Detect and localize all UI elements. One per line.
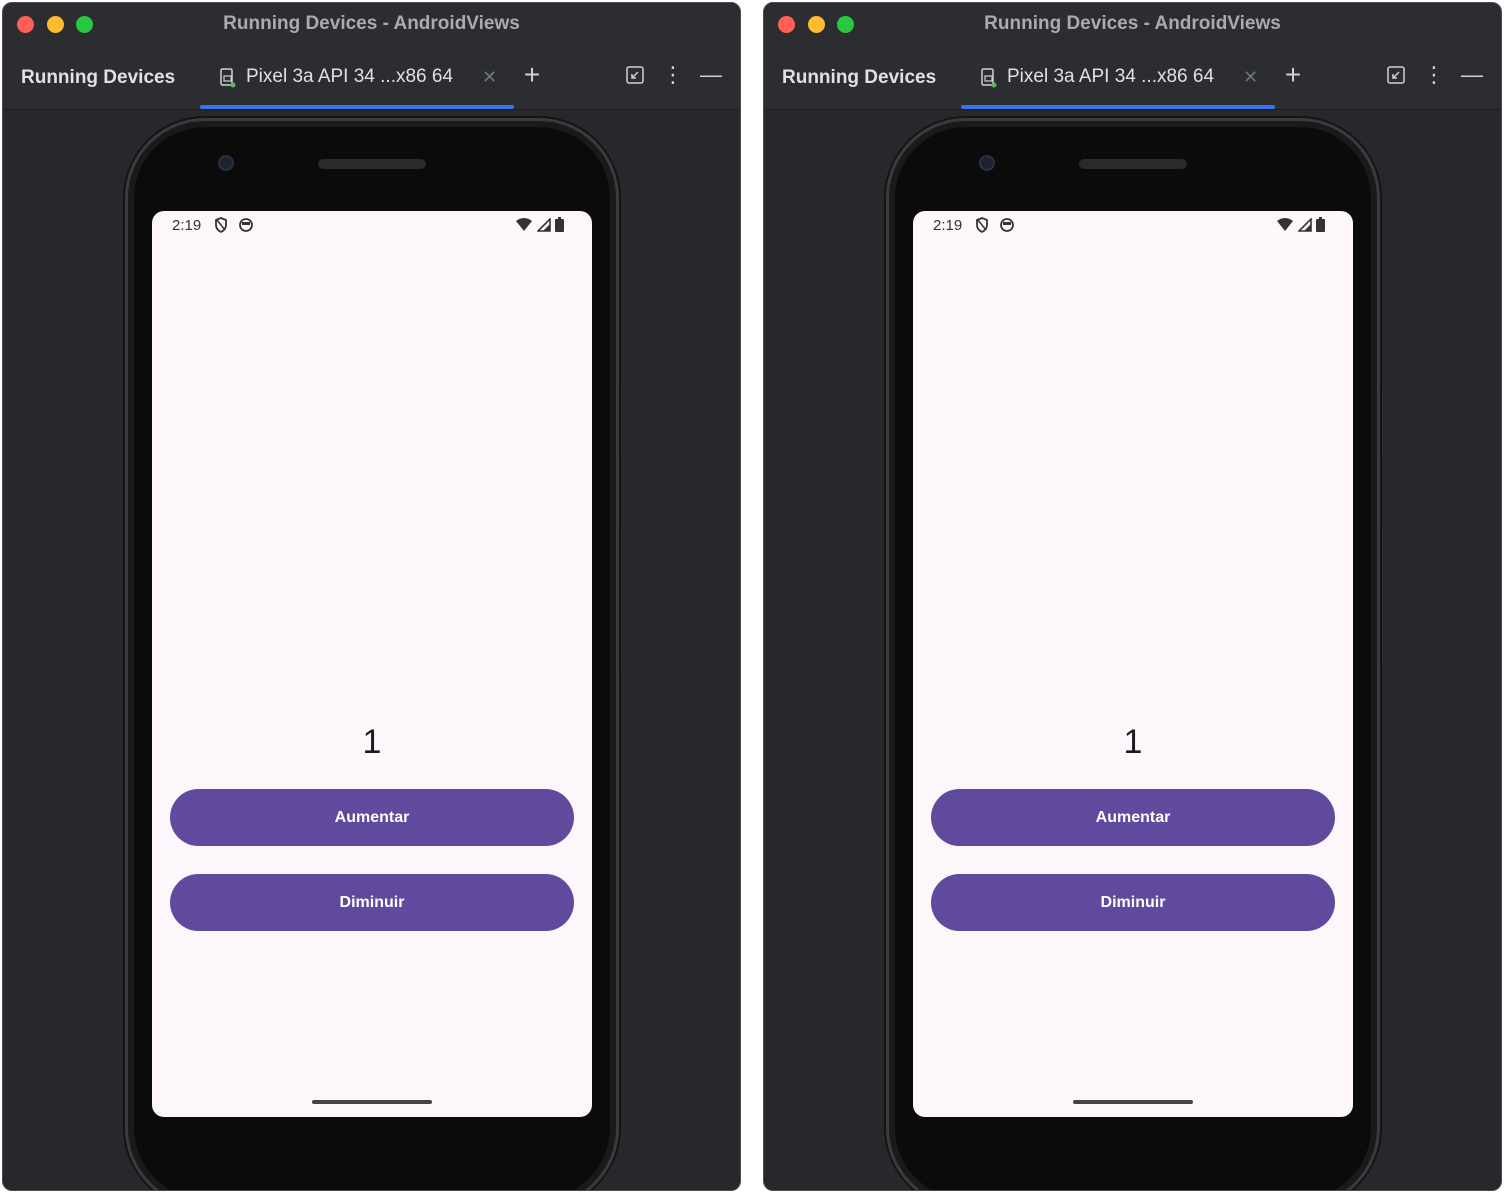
restore-window-icon[interactable] xyxy=(1382,61,1410,89)
window-titlebar: Running Devices - AndroidViews xyxy=(3,3,740,45)
gesture-navigation-bar[interactable] xyxy=(312,1100,432,1104)
device-tab[interactable]: Pixel 3a API 34 ...x86 64 ✕ xyxy=(200,45,514,109)
battery-icon xyxy=(555,217,564,232)
earpiece-speaker xyxy=(1079,159,1187,169)
active-tab-indicator xyxy=(200,105,514,109)
minimize-icon[interactable]: — xyxy=(1458,61,1486,89)
tool-window-header: Running Devices Pixel 3a API 34 ...x86 6… xyxy=(3,45,740,110)
device-screen[interactable]: 2:19 1 Aumentar Diminuir xyxy=(152,211,592,1117)
window-title: Running Devices - AndroidViews xyxy=(984,13,1281,34)
window-title: Running Devices - AndroidViews xyxy=(223,13,520,34)
window-titlebar: Running Devices - AndroidViews xyxy=(764,3,1501,45)
shield-icon xyxy=(215,217,227,233)
tool-window-header: Running Devices Pixel 3a API 34 ...x86 6… xyxy=(764,45,1501,110)
close-icon[interactable]: ✕ xyxy=(482,67,497,88)
notification-icon xyxy=(1000,218,1014,232)
notification-icon xyxy=(239,218,253,232)
tool-window-title: Running Devices xyxy=(782,67,937,88)
minimize-icon[interactable]: — xyxy=(697,61,725,89)
device-icon xyxy=(981,68,997,88)
shield-icon xyxy=(976,217,988,233)
signal-icon xyxy=(1298,217,1312,232)
status-time: 2:19 xyxy=(172,217,202,234)
signal-icon xyxy=(537,217,551,232)
device-tab-label: Pixel 3a API 34 ...x86 64 xyxy=(246,66,454,87)
phone-frame: 2:19 1 Aumentar Diminuir xyxy=(886,118,1380,1190)
front-camera xyxy=(218,155,234,171)
device-screen[interactable]: 2:19 1 Aumentar Diminuir xyxy=(913,211,1353,1117)
counter-value: 1 xyxy=(362,723,382,761)
restore-window-icon[interactable] xyxy=(621,61,649,89)
more-options-icon[interactable]: ⋮ xyxy=(1420,61,1448,89)
device-icon xyxy=(220,68,236,88)
device-display-area: 2:19 1 Aumentar Diminuir xyxy=(3,110,740,1190)
plus-icon[interactable]: + xyxy=(518,61,546,89)
increase-button[interactable]: Aumentar xyxy=(170,789,574,846)
running-devices-window-right: Running Devices - AndroidViews Running D… xyxy=(763,2,1502,1191)
increase-button[interactable]: Aumentar xyxy=(931,789,1335,846)
wifi-icon xyxy=(516,217,532,231)
device-tab-label: Pixel 3a API 34 ...x86 64 xyxy=(1007,66,1215,87)
device-tab[interactable]: Pixel 3a API 34 ...x86 64 ✕ xyxy=(961,45,1275,109)
plus-icon[interactable]: + xyxy=(1279,61,1307,89)
active-tab-indicator xyxy=(961,105,1275,109)
status-time: 2:19 xyxy=(933,217,963,234)
decrease-button[interactable]: Diminuir xyxy=(931,874,1335,931)
close-icon[interactable]: ✕ xyxy=(1243,67,1258,88)
front-camera xyxy=(979,155,995,171)
phone-frame: 2:19 1 Aumentar Diminuir xyxy=(125,118,619,1190)
gesture-navigation-bar[interactable] xyxy=(1073,1100,1193,1104)
counter-value: 1 xyxy=(1123,723,1143,761)
device-display-area: 2:19 1 Aumentar Diminuir xyxy=(764,110,1501,1190)
battery-icon xyxy=(1316,217,1325,232)
decrease-button[interactable]: Diminuir xyxy=(170,874,574,931)
wifi-icon xyxy=(1277,217,1293,231)
tool-window-title: Running Devices xyxy=(21,67,176,88)
earpiece-speaker xyxy=(318,159,426,169)
running-devices-window-left: Running Devices - AndroidViews Running D… xyxy=(2,2,741,1191)
more-options-icon[interactable]: ⋮ xyxy=(659,61,687,89)
